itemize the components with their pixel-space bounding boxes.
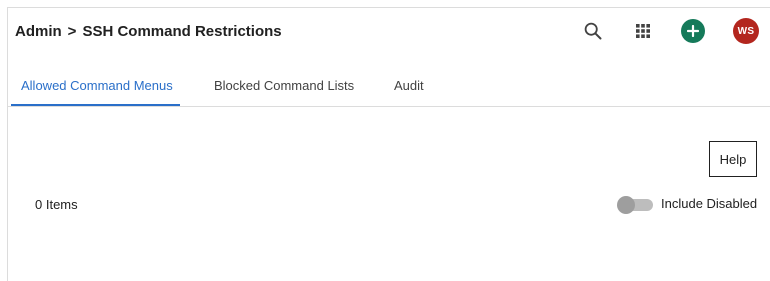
avatar-initials: WS xyxy=(737,25,755,37)
include-disabled-label: Include Disabled xyxy=(661,196,758,211)
add-icon xyxy=(687,25,699,37)
toggle-knob xyxy=(617,196,635,214)
tab-blocked-command-lists[interactable]: Blocked Command Lists xyxy=(214,78,354,93)
tab-audit[interactable]: Audit xyxy=(394,78,424,93)
active-tab-indicator xyxy=(11,104,180,106)
app-frame: Admin > SSH Command Restrictions WS Allo… xyxy=(7,7,770,281)
breadcrumb-parent[interactable]: Admin xyxy=(15,23,62,40)
help-button[interactable]: Help xyxy=(709,141,757,177)
tab-allowed-command-menus[interactable]: Allowed Command Menus xyxy=(21,78,173,93)
tab-bar: Allowed Command Menus Blocked Command Li… xyxy=(8,70,770,107)
user-avatar[interactable]: WS xyxy=(733,18,759,44)
breadcrumb-separator: > xyxy=(67,23,77,40)
breadcrumb: Admin > SSH Command Restrictions xyxy=(15,23,282,40)
items-count: 0 Items xyxy=(35,197,78,212)
add-button[interactable] xyxy=(681,19,705,43)
page-title: SSH Command Restrictions xyxy=(82,23,282,40)
search-icon[interactable] xyxy=(581,19,605,43)
apps-grid-icon[interactable] xyxy=(631,19,655,43)
page-header: Admin > SSH Command Restrictions WS xyxy=(8,8,770,56)
include-disabled-toggle[interactable] xyxy=(617,196,653,214)
